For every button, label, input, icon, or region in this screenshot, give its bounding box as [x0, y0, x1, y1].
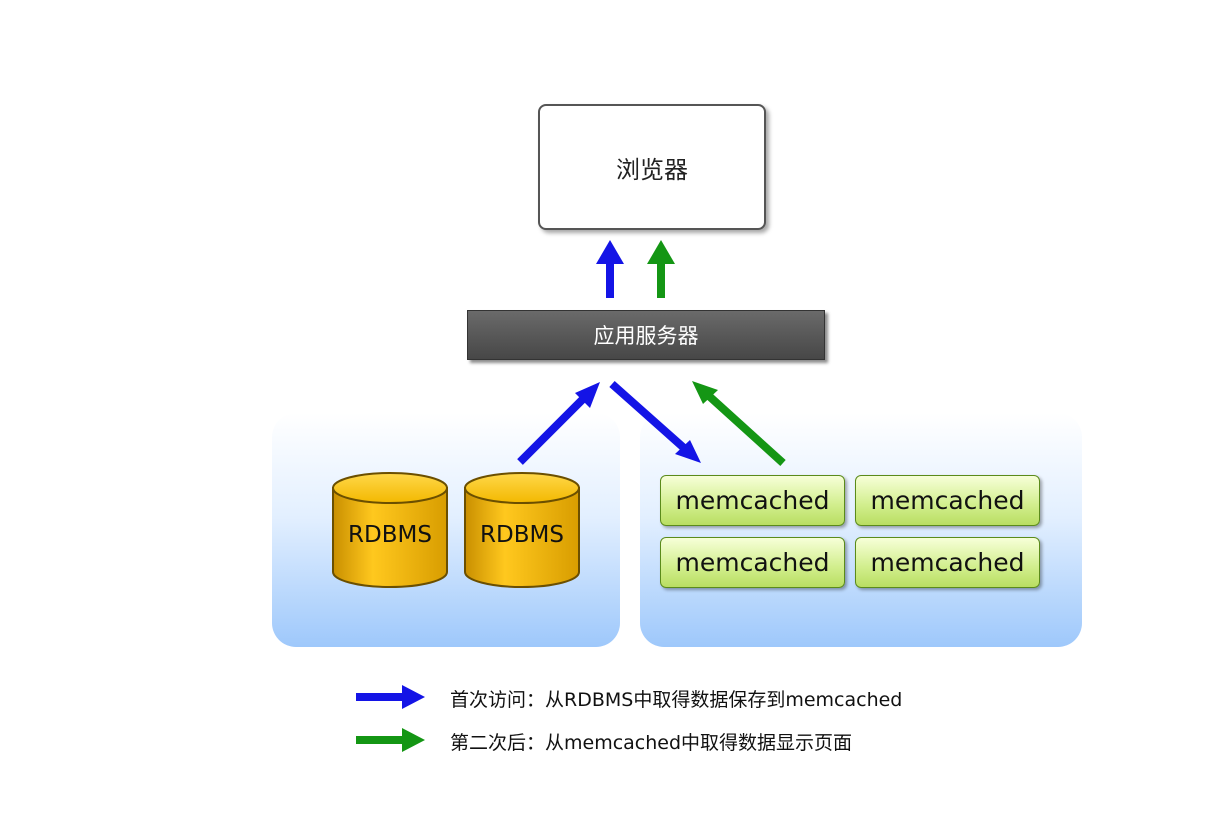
blue-arrow-icon	[517, 382, 600, 465]
database-label: RDBMS	[480, 522, 564, 548]
green-arrow-icon	[692, 381, 786, 466]
memcached-label: memcached	[675, 486, 830, 515]
green-arrow-icon	[647, 240, 675, 298]
app-server-label: 应用服务器	[593, 324, 699, 348]
legend-second-access-text: 第二次后：从memcached中取得数据显示页面	[450, 732, 853, 754]
memcached-label: memcached	[870, 486, 1025, 515]
memcached-node: memcached	[660, 475, 845, 526]
memcached-node: memcached	[660, 537, 845, 588]
browser-node: 浏览器	[538, 104, 766, 230]
blue-arrow-icon	[609, 381, 701, 463]
legend-green-arrow-icon	[356, 728, 425, 752]
memcached-node: memcached	[855, 537, 1040, 588]
legend-first-access-text: 首次访问：从RDBMS中取得数据保存到memcached	[450, 689, 903, 711]
memcached-label: memcached	[675, 548, 830, 577]
memcached-label: memcached	[870, 548, 1025, 577]
blue-arrow-icon	[596, 240, 624, 298]
database-label: RDBMS	[348, 522, 432, 548]
browser-label: 浏览器	[616, 155, 688, 184]
memcached-node: memcached	[855, 475, 1040, 526]
app-server-node: 应用服务器	[467, 310, 825, 360]
legend-blue-arrow-icon	[356, 685, 425, 709]
